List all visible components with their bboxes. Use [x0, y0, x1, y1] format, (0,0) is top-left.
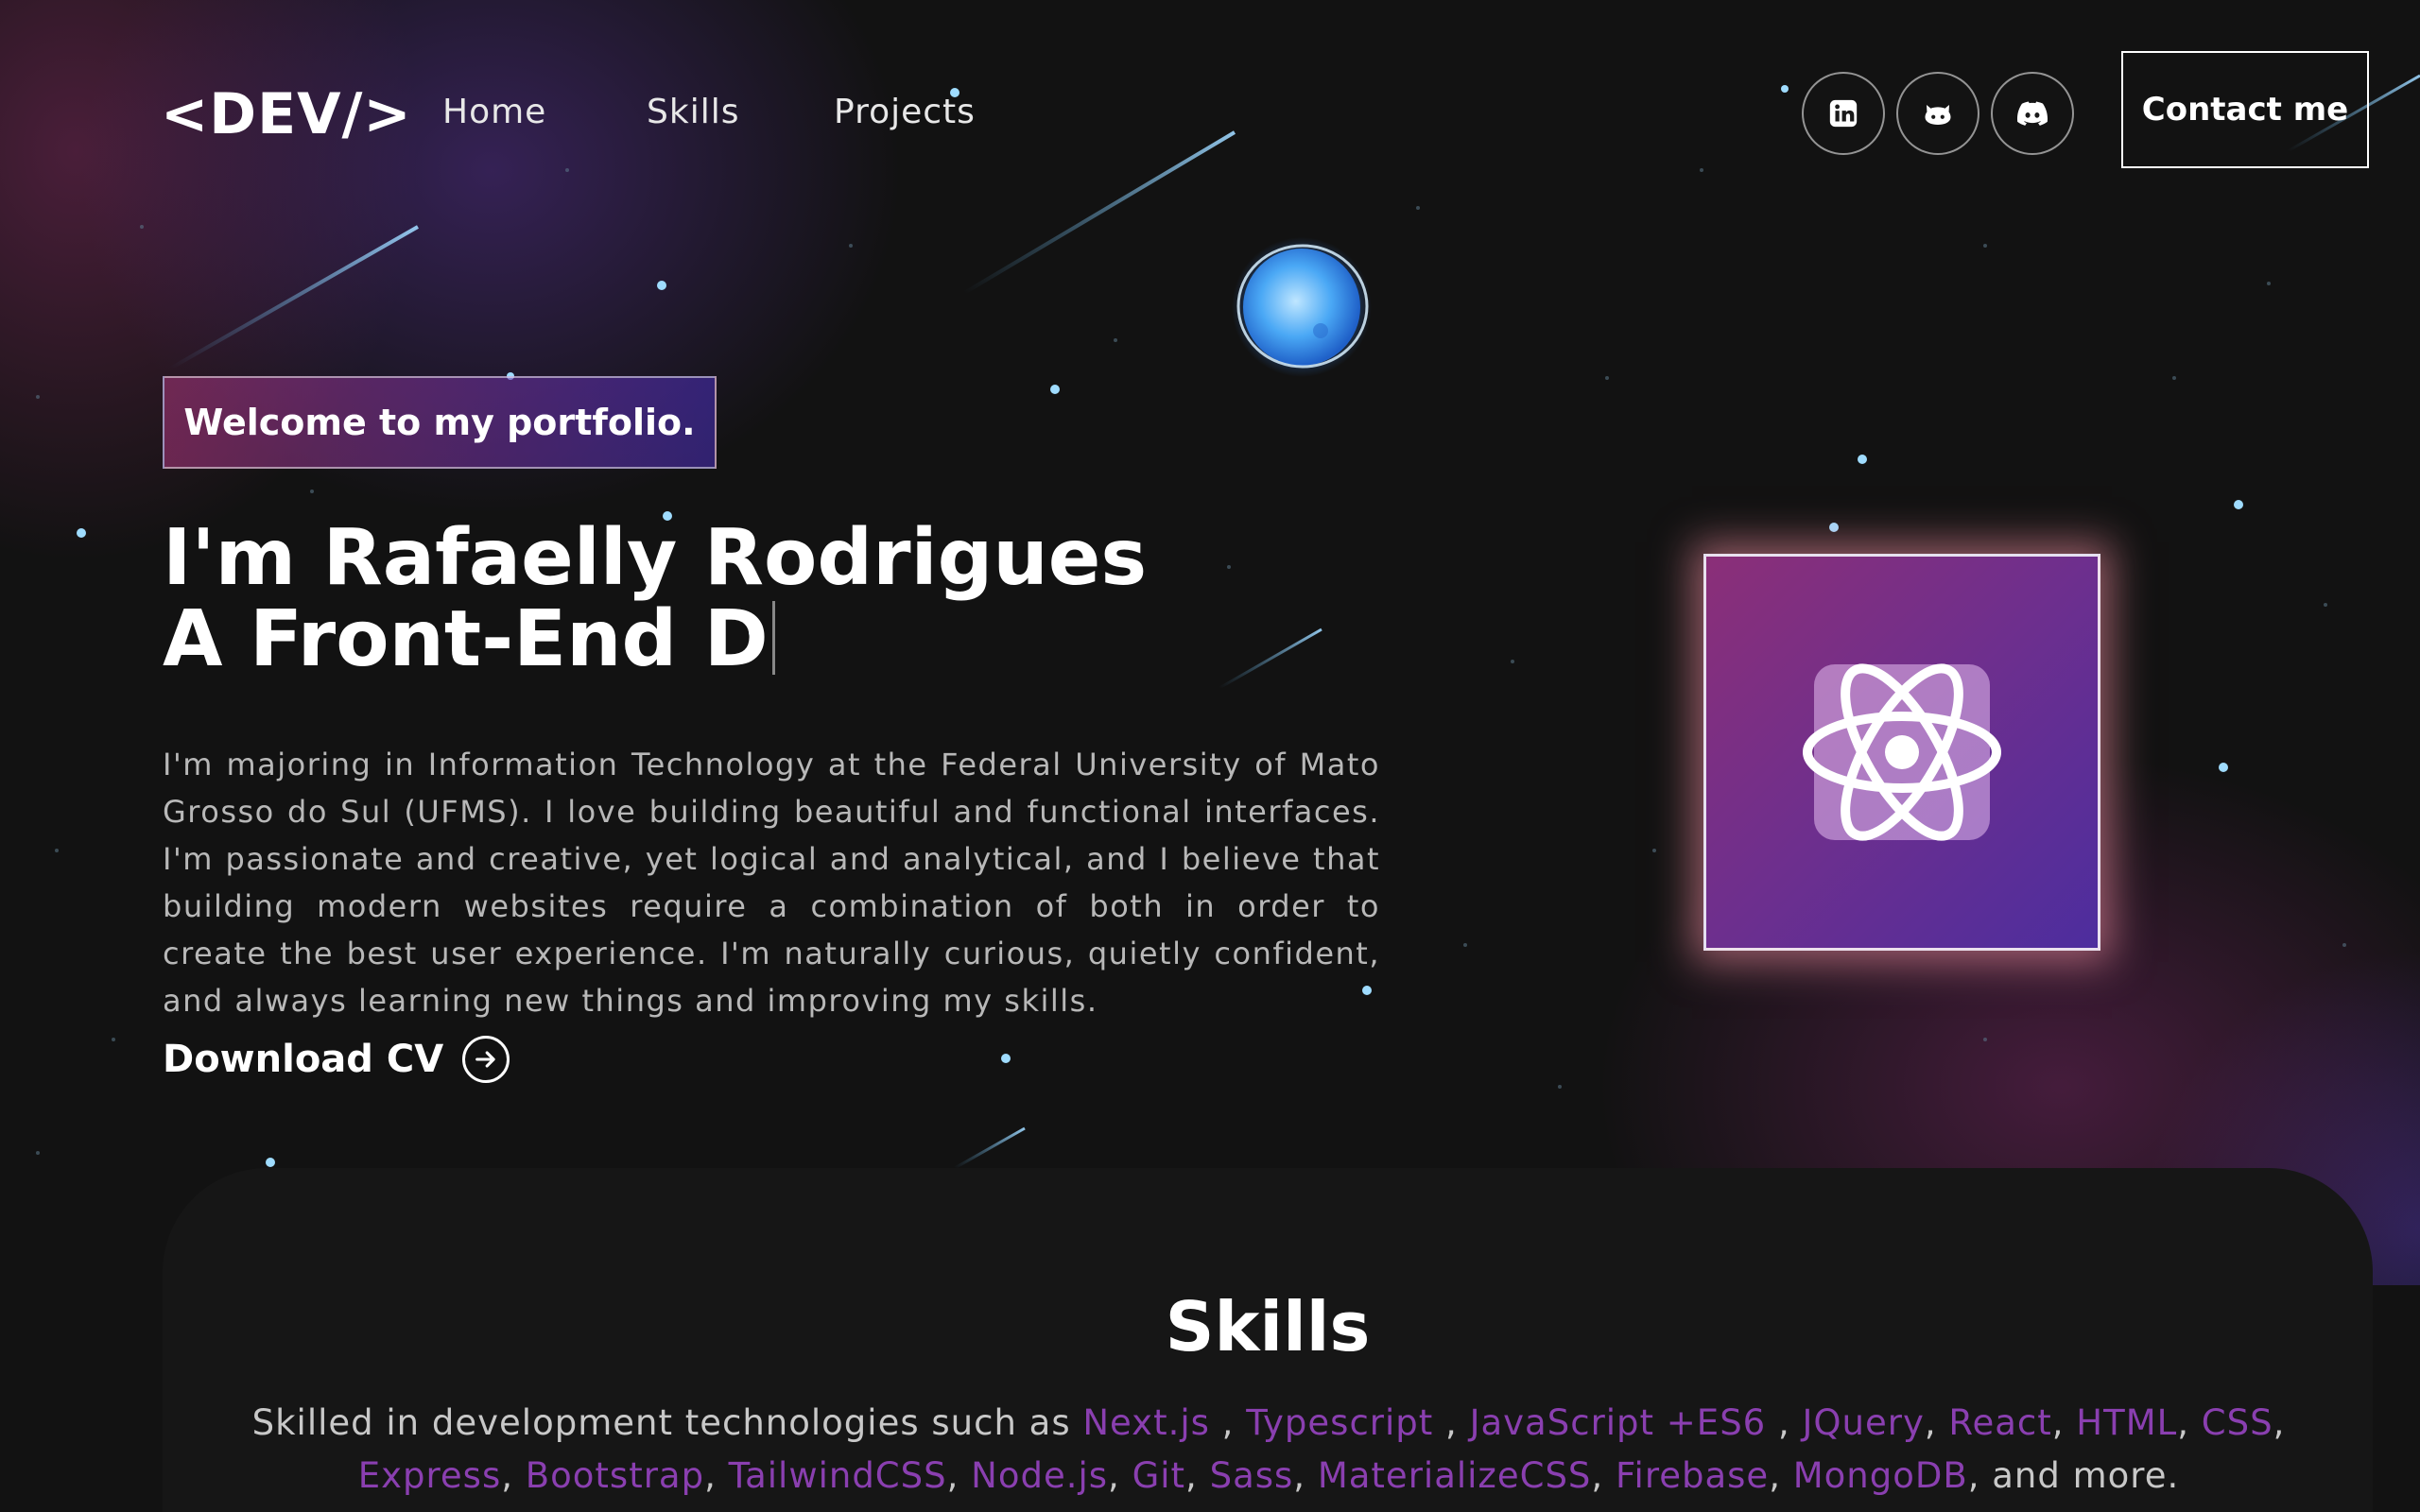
tech-separator: , [1433, 1402, 1470, 1443]
tech-separator: , [1769, 1455, 1793, 1496]
tech-separator: , [1766, 1402, 1803, 1443]
tech-nextjs: Next.js [1082, 1402, 1210, 1443]
nav-link-projects[interactable]: Projects [834, 93, 976, 131]
nav-link-home[interactable]: Home [442, 93, 546, 131]
download-cv-link[interactable]: Download CV [163, 1036, 510, 1083]
skills-lead-text: Skilled in development technologies such… [251, 1402, 1083, 1443]
skills-tail-text: , and more. [1967, 1455, 2180, 1496]
tech-separator: , [704, 1455, 729, 1496]
react-atom-icon [1803, 663, 2001, 841]
tech-separator: , [1924, 1402, 1949, 1443]
arrow-right-circle-icon [462, 1036, 510, 1083]
typing-cursor [771, 601, 775, 675]
tech-css: CSS [2201, 1402, 2273, 1443]
download-cv-label: Download CV [163, 1038, 444, 1081]
typewriter-text: A Front-End D [163, 594, 769, 684]
tech-git: Git [1132, 1455, 1186, 1496]
hero-headline: I'm Rafaelly Rodrigues A Front-End D [163, 518, 1147, 680]
tech-separator: , [2051, 1402, 2077, 1443]
github-button[interactable] [1896, 72, 1979, 155]
tech-separator: , [946, 1455, 972, 1496]
tech-separator: , [2177, 1402, 2202, 1443]
planet-icon [1232, 237, 1372, 377]
hero-name: I'm Rafaelly Rodrigues [163, 513, 1148, 603]
tech-react: React [1948, 1402, 2052, 1443]
tech-express: Express [357, 1455, 502, 1496]
tech-separator: , [1591, 1455, 1616, 1496]
tech-javascript: JavaScript +ES6 [1469, 1402, 1767, 1443]
portfolio-page: <DEV/> Home Skills Projects Contact me W… [0, 0, 2420, 1512]
skills-description: Skilled in development technologies such… [248, 1397, 2290, 1503]
welcome-tagline: Welcome to my portfolio. [163, 376, 717, 469]
tech-separator: , [2273, 1402, 2286, 1443]
tech-nodejs: Node.js [971, 1455, 1109, 1496]
intro-paragraph: I'm majoring in Information Technology a… [163, 747, 1380, 1019]
linkedin-icon [1829, 99, 1858, 128]
tech-bootstrap: Bootstrap [525, 1455, 705, 1496]
tech-separator: , [1209, 1402, 1247, 1443]
tech-mongodb: MongoDB [1792, 1455, 1968, 1496]
nav-link-skills[interactable]: Skills [647, 93, 739, 131]
tech-separator: , [1185, 1455, 1210, 1496]
discord-button[interactable] [1991, 72, 2074, 155]
github-icon [1925, 105, 1951, 125]
tech-materializecss: MaterializeCSS [1317, 1455, 1592, 1496]
discord-icon [2017, 101, 2048, 126]
tech-firebase: Firebase [1615, 1455, 1770, 1496]
tech-tailwindcss: TailwindCSS [728, 1455, 947, 1496]
tech-typescript: Typescript [1246, 1402, 1434, 1443]
contact-me-button[interactable]: Contact me [2121, 51, 2369, 168]
top-navbar: <DEV/> Home Skills Projects Contact me [0, 0, 2420, 227]
tech-html: HTML [2076, 1402, 2178, 1443]
linkedin-button[interactable] [1802, 72, 1885, 155]
site-logo[interactable]: <DEV/> [161, 81, 412, 147]
tech-separator: , [1293, 1455, 1318, 1496]
react-logo-card [1703, 554, 2100, 951]
tech-jquery: JQuery [1802, 1402, 1925, 1443]
skills-section: Skills Skilled in development technologi… [163, 1168, 2373, 1512]
tech-separator: , [1108, 1455, 1132, 1496]
react-tile [1803, 663, 2001, 841]
tech-sass: Sass [1209, 1455, 1294, 1496]
hero-role: A Front-End D [163, 599, 1147, 680]
tech-separator: , [501, 1455, 526, 1496]
skills-title: Skills [1165, 1287, 1371, 1366]
